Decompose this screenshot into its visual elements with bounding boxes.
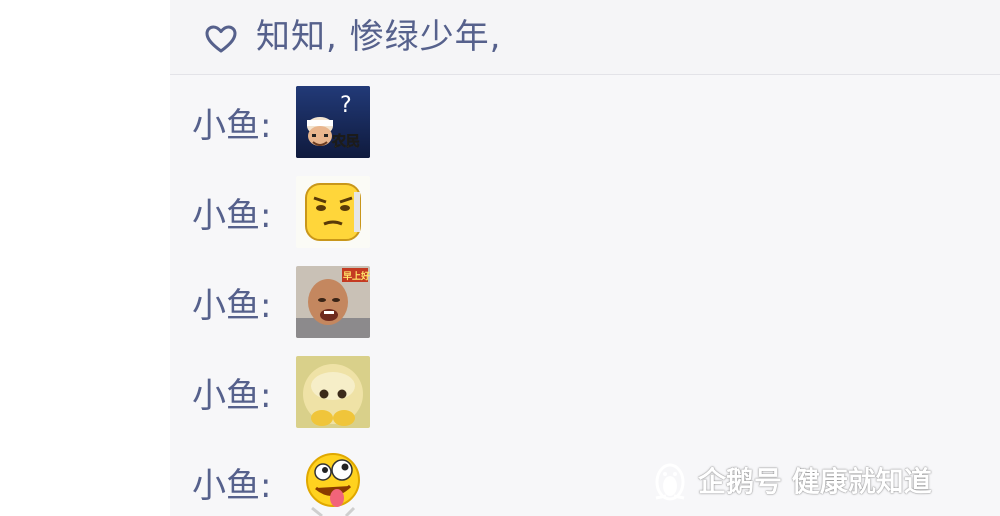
svg-text:农民: 农民 [331,133,360,150]
comment-row: 小鱼: 早上好 [192,266,370,338]
page: 知知, 惨绿少年, 小鱼: ? 农民 小鱼: 小鱼: 早上好 小鱼: 小鱼: 企… [0,0,1000,516]
svg-text:?: ? [340,93,352,118]
penguin-icon [655,463,685,501]
likes-bar: 知知, 惨绿少年, [170,0,1000,75]
comments-panel: 知知, 惨绿少年, 小鱼: ? 农民 小鱼: 小鱼: 早上好 小鱼: 小鱼: [170,0,1000,516]
svg-text:早上好: 早上好 [343,270,370,282]
bald-man-laughing-sticker: 早上好 [296,266,370,338]
speechless-face-sticker [296,176,370,248]
comment-author[interactable]: 小鱼: [192,368,296,417]
comment-author[interactable]: 小鱼: [192,98,296,147]
comment-row: 小鱼: ? 农民 [192,86,370,158]
comment-author[interactable]: 小鱼: [192,188,296,237]
teletubby-face-sticker [296,356,370,428]
comment-row: 小鱼: [192,356,370,428]
comment-author[interactable]: 小鱼: [192,458,296,507]
comment-author[interactable]: 小鱼: [192,278,296,327]
comment-row: 小鱼: [192,446,370,516]
comment-row: 小鱼: [192,176,370,248]
watermark: 企鹅号 健康就知道 [650,458,932,502]
watermark-text: 企鹅号 健康就知道 [698,465,932,498]
heart-outline-icon[interactable] [204,24,238,54]
crazy-tongue-emoji-sticker [296,446,370,516]
confused-farmer-sticker: ? 农民 [296,86,370,158]
likes-names[interactable]: 知知, 惨绿少年, [256,16,501,58]
